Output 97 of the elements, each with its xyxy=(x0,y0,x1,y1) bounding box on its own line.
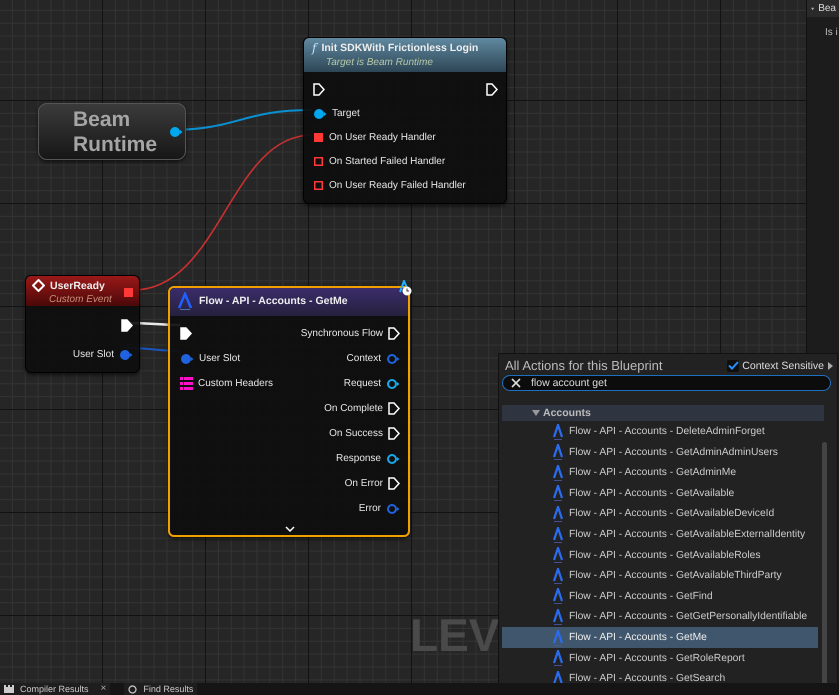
pin-label: On Success xyxy=(329,428,383,439)
action-item[interactable]: Flow - API - Accounts - GetAvailableDeviceId xyxy=(502,504,818,524)
caret-logo-icon xyxy=(552,608,564,625)
node-title: Beam Runtime xyxy=(73,106,158,156)
graph-node[interactable]: UserReady Custom Event User Slot xyxy=(25,275,140,373)
pin-label: On Error xyxy=(344,478,383,489)
node-title: Flow - API - Accounts - GetMe xyxy=(199,295,348,307)
action-item[interactable]: Flow - API - Accounts - GetAvailable xyxy=(502,483,818,504)
pin-label: On User Ready Failed Handler xyxy=(329,180,466,191)
pin-icon[interactable] xyxy=(386,502,400,514)
pin-label: On Started Failed Handler xyxy=(329,156,446,167)
action-item[interactable]: Flow - API - Accounts - GetAvailableExternalIdentity xyxy=(502,524,818,545)
pin-label: User Slot xyxy=(72,349,114,360)
panel-tab[interactable]: Compiler Results × xyxy=(0,683,110,695)
caret-logo-icon xyxy=(552,464,564,481)
exec-pin-icon[interactable] xyxy=(388,477,400,490)
node-subtitle: Target is Beam Runtime xyxy=(325,57,434,68)
panel-header[interactable]: Bea xyxy=(807,0,839,17)
function-icon: f xyxy=(312,41,316,55)
pin-label: Synchronous Flow xyxy=(300,328,383,339)
category-row[interactable]: Accounts xyxy=(502,405,824,422)
action-item[interactable]: Flow - API - Accounts - GetRoleReport xyxy=(502,648,818,668)
action-item[interactable]: Flow - API - Accounts - DeleteAdminForget xyxy=(502,421,818,442)
caret-logo-icon xyxy=(552,424,564,440)
square-pin-icon[interactable] xyxy=(123,287,134,298)
grid-pin-icon[interactable] xyxy=(180,377,193,390)
caret-logo-icon xyxy=(552,650,564,666)
pin-label: Context xyxy=(346,353,381,364)
exec-pin-icon[interactable] xyxy=(388,402,400,415)
caret-logo-icon xyxy=(552,526,564,543)
caret-icon[interactable] xyxy=(811,6,814,12)
search-input[interactable]: flow account get xyxy=(531,377,791,390)
search-box[interactable]: flow account get xyxy=(502,375,831,392)
graph-node[interactable]: Flow - API - Accounts - GetMe Synchronous Flow User Slot Context Custom Headers Request On Complete On Success Response On Error Error xyxy=(168,286,410,537)
pin-label: Error xyxy=(358,503,381,514)
node-title: UserReady xyxy=(50,280,105,292)
square-pin-icon[interactable] xyxy=(313,132,324,143)
caret-logo-icon xyxy=(552,630,564,646)
check-icon xyxy=(728,361,739,370)
graph-node[interactable]: Beam Runtime xyxy=(38,103,186,160)
action-item[interactable]: Flow - API - Accounts - GetSearch xyxy=(502,668,818,683)
caret-logo-icon xyxy=(552,568,564,584)
action-item[interactable]: Flow - API - Accounts - GetAvailableRoles xyxy=(502,544,818,566)
latent-clock-icon xyxy=(398,280,412,296)
pin-label: Response xyxy=(336,453,381,464)
square-pin-icon[interactable] xyxy=(313,180,324,191)
action-item[interactable]: Flow - API - Accounts - GetAdminMe xyxy=(502,462,818,484)
action-item[interactable]: Flow - API - Accounts - GetMe xyxy=(502,627,818,648)
exec-pin-icon[interactable] xyxy=(486,83,498,96)
close-icon[interactable] xyxy=(511,378,521,388)
search-icon xyxy=(128,684,138,694)
pin-label: On Complete xyxy=(324,403,383,414)
action-item[interactable]: Flow - API - Accounts - GetFind xyxy=(502,586,818,607)
diamond-icon xyxy=(32,279,45,292)
caret-logo-icon xyxy=(552,588,564,604)
caret-icon xyxy=(532,410,540,416)
panel-tab[interactable]: Find Results xyxy=(124,683,198,695)
pin-icon[interactable] xyxy=(313,108,327,120)
pin-icon[interactable] xyxy=(169,126,183,138)
close-button[interactable]: × xyxy=(100,683,106,695)
pin-icon[interactable] xyxy=(386,378,400,390)
caret-logo-icon xyxy=(176,292,194,310)
pin-label: User Slot xyxy=(199,353,240,364)
node-title: Init SDKWith Frictionless Login xyxy=(321,42,478,54)
pin-label: Target xyxy=(332,108,360,119)
exec-pin-icon[interactable] xyxy=(388,427,400,440)
action-item[interactable]: Flow - API - Accounts - GetAvailableThirdParty xyxy=(502,565,818,586)
scrollbar[interactable] xyxy=(822,442,827,683)
caret-logo-icon xyxy=(552,444,564,460)
graph-node[interactable]: f Init SDKWith Frictionless Login Target is Beam Runtime Target On User Ready Handler On Started Failed Handler On User Ready Failed Handler xyxy=(303,37,507,204)
chevron-down-icon[interactable] xyxy=(285,526,295,532)
exec-pin-icon[interactable] xyxy=(313,83,325,96)
graph-canvas[interactable] xyxy=(0,0,839,683)
context-sensitive-checkbox[interactable]: Context Sensitive xyxy=(727,360,824,372)
expand-arrow-icon[interactable] xyxy=(828,362,833,370)
caret-logo-icon xyxy=(552,670,564,683)
exec-pin-icon[interactable] xyxy=(180,327,192,340)
caret-logo-icon xyxy=(552,485,564,502)
pin-icon[interactable] xyxy=(386,352,400,364)
menu-title: All Actions for this Blueprint xyxy=(505,358,664,373)
panel-title: Bea xyxy=(818,3,836,14)
exec-pin-icon[interactable] xyxy=(121,319,133,332)
node-subtitle: Custom Event xyxy=(48,294,113,305)
exec-pin-icon[interactable] xyxy=(388,327,400,340)
caret-logo-icon xyxy=(552,506,564,522)
pin-label: Request xyxy=(344,378,381,389)
pin-label: Custom Headers xyxy=(198,378,274,389)
action-item[interactable]: Flow - API - Accounts - GetAdminAdminUsers xyxy=(502,442,818,462)
pin-label: On User Ready Handler xyxy=(329,132,436,143)
square-pin-icon[interactable] xyxy=(313,156,324,167)
caret-logo-icon xyxy=(552,547,564,564)
castle-icon xyxy=(4,685,14,693)
action-item[interactable]: Flow - API - Accounts - GetGetPersonallyIdentifiable xyxy=(502,606,818,628)
pin-icon[interactable] xyxy=(386,452,400,464)
pin-icon[interactable] xyxy=(119,348,133,360)
pin-icon[interactable] xyxy=(180,352,194,364)
property-label: Is i xyxy=(824,26,839,38)
